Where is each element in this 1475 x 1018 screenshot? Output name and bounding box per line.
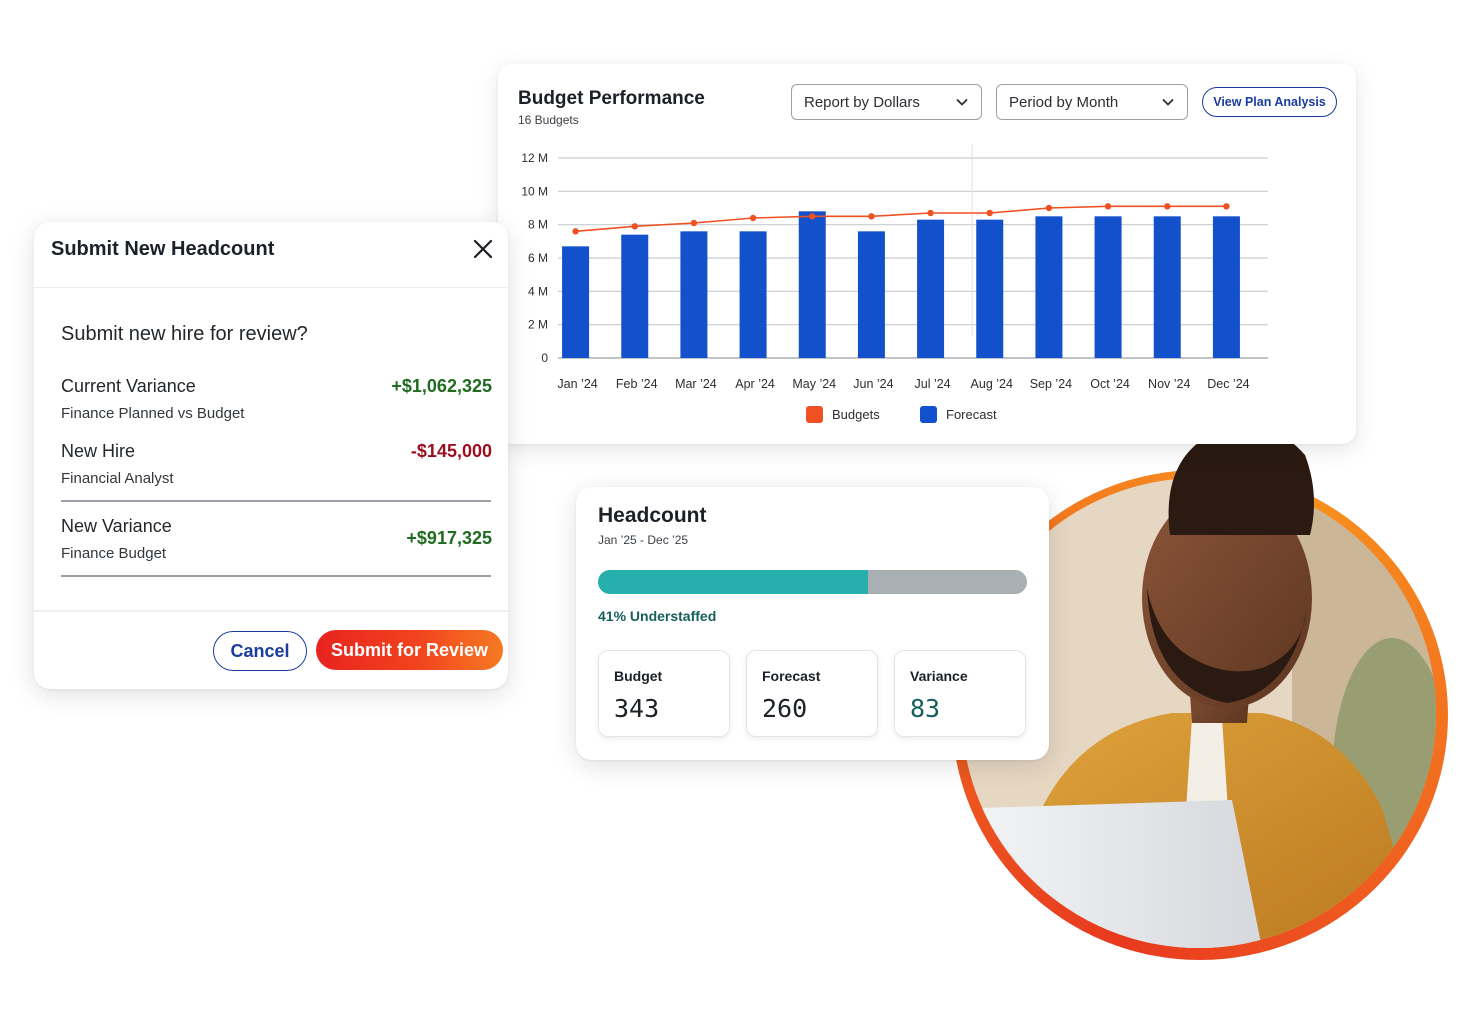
budget-performance-card: Budget Performance 16 Budgets Report by …: [498, 64, 1356, 444]
x-tick-label: Apr ’24: [735, 377, 775, 391]
budget-stat-label: Budget: [614, 668, 663, 684]
y-tick-label: 4 M: [528, 284, 548, 298]
forecast-bar: [621, 234, 649, 358]
budgets-point: [809, 213, 816, 220]
x-tick-label: Jul ’24: [915, 377, 951, 391]
close-icon[interactable]: [472, 238, 494, 260]
x-tick-label: Aug ’24: [971, 377, 1013, 391]
y-tick-label: 10 M: [521, 184, 548, 198]
forecast-bar: [680, 231, 708, 358]
x-tick-label: May ’24: [792, 377, 836, 391]
current-variance-sub: Finance Planned vs Budget: [61, 405, 245, 422]
new-variance-label: New Variance: [61, 516, 172, 536]
forecast-bar: [1153, 216, 1181, 358]
legend-forecast-label: Forecast: [946, 407, 997, 422]
legend-budgets[interactable]: Budgets: [806, 406, 880, 423]
new-hire-label: New Hire: [61, 441, 136, 461]
y-tick-label: 6 M: [528, 251, 548, 265]
submit-headcount-modal: Submit New Headcount Submit new hire for…: [34, 222, 508, 689]
divider: [61, 500, 491, 502]
x-tick-label: Jun ’24: [853, 377, 893, 391]
budget-performance-title: Budget Performance: [518, 88, 705, 109]
modal-question: Submit new hire for review?: [61, 323, 308, 345]
budgets-point: [572, 228, 579, 235]
report-by-select-value: Report by Dollars: [804, 93, 920, 111]
variance-stat-card: Variance 83: [894, 650, 1026, 737]
submit-for-review-button[interactable]: Submit for Review: [316, 630, 503, 670]
budget-count: 16 Budgets: [518, 113, 579, 127]
budgets-point: [690, 219, 698, 227]
modal-header: Submit New Headcount: [34, 222, 508, 288]
period-by-select-value: Period by Month: [1009, 93, 1119, 111]
budgets-point: [868, 213, 875, 220]
current-variance-value: +$1,062,325: [391, 376, 492, 396]
divider: [61, 575, 491, 577]
modal-title: Submit New Headcount: [51, 238, 275, 260]
budgets-point: [1045, 204, 1053, 212]
budgets-point: [631, 223, 638, 230]
report-by-select[interactable]: Report by Dollars: [791, 84, 982, 120]
x-tick-label: Nov ’24: [1148, 377, 1190, 391]
new-hire-sub: Financial Analyst: [61, 470, 174, 487]
period-by-select[interactable]: Period by Month: [996, 84, 1188, 120]
budgets-point: [1104, 203, 1112, 210]
chevron-down-icon: [1162, 98, 1174, 106]
forecast-bar: [1035, 216, 1063, 358]
variance-stat-value: 83: [910, 694, 941, 723]
forecast-bar: [1212, 216, 1240, 358]
budget-stat-value: 343: [614, 694, 660, 723]
budgets-point: [749, 214, 757, 222]
forecast-bar: [798, 211, 826, 358]
headcount-period: Jan ’25 - Dec ’25: [598, 533, 689, 547]
y-tick-label: 2 M: [528, 318, 548, 332]
headcount-card: Headcount Jan ’25 - Dec ’25 41% Understa…: [576, 487, 1049, 760]
headcount-progress-fill: [598, 570, 869, 594]
y-tick-label: 12 M: [521, 151, 548, 165]
x-tick-label: Sep ’24: [1030, 377, 1072, 391]
new-variance-value: +$917,325: [406, 528, 492, 548]
x-tick-label: Oct ’24: [1090, 377, 1130, 391]
x-tick-label: Mar ’24: [675, 377, 717, 391]
view-plan-analysis-button[interactable]: View Plan Analysis: [1202, 87, 1337, 117]
forecast-bar: [976, 219, 1004, 358]
modal-footer-divider: [34, 610, 508, 612]
legend-forecast-swatch: [920, 406, 937, 423]
budgets-point: [986, 209, 993, 217]
forecast-stat-value: 260: [762, 694, 808, 723]
x-tick-label: Jan ’24: [557, 377, 597, 391]
budgets-point: [1164, 203, 1171, 210]
legend-budgets-swatch: [806, 406, 823, 423]
headcount-title: Headcount: [598, 504, 707, 527]
new-variance-sub: Finance Budget: [61, 545, 167, 562]
headcount-progress-bar: [598, 570, 1027, 594]
legend-budgets-label: Budgets: [832, 407, 880, 422]
x-tick-label: Feb ’24: [616, 377, 658, 391]
forecast-bar: [857, 231, 885, 358]
y-tick-label: 0: [541, 351, 548, 365]
x-tick-label: Dec ’24: [1207, 377, 1249, 391]
variance-stat-label: Variance: [910, 668, 968, 684]
forecast-stat-card: Forecast 260: [746, 650, 878, 737]
forecast-bar: [739, 231, 767, 358]
forecast-bar: [917, 219, 945, 358]
cancel-button[interactable]: Cancel: [213, 631, 307, 671]
new-hire-value: -$145,000: [410, 441, 492, 461]
chevron-down-icon: [956, 98, 968, 106]
forecast-stat-label: Forecast: [762, 668, 821, 684]
budget-performance-chart: 0 2 M 4 M 6 M 8 M 10 M 12 M Jan ’24 Feb ’24 Mar ’…: [521, 144, 1268, 391]
forecast-bar: [1094, 216, 1122, 358]
headcount-status: 41% Understaffed: [598, 608, 717, 624]
budgets-point: [927, 209, 934, 217]
budgets-line: [575, 205, 1227, 233]
current-variance-label: Current Variance: [61, 376, 196, 396]
budget-stat-card: Budget 343: [598, 650, 730, 737]
budgets-point: [1223, 203, 1230, 210]
forecast-bar: [562, 246, 590, 358]
legend-forecast[interactable]: Forecast: [920, 406, 997, 423]
y-tick-label: 8 M: [528, 218, 548, 232]
